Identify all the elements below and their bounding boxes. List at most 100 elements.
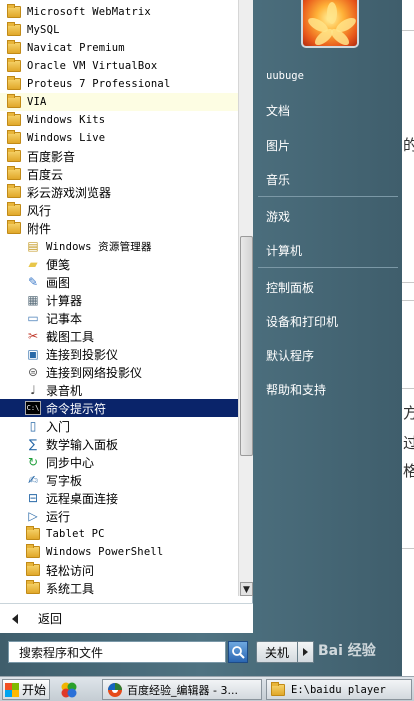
all-programs-panel: Microsoft WebMatrix MySQL Navicat Premium O…: [0, 0, 253, 633]
program-label: 百度影音: [27, 149, 76, 164]
program-list-item[interactable]: Navicat Premium: [0, 39, 238, 57]
program-label: Windows Kits: [27, 114, 106, 126]
program-list-item[interactable]: 彩云游戏浏览器: [0, 183, 238, 201]
program-list-item[interactable]: Windows Kits: [0, 111, 238, 129]
program-list-item[interactable]: 系统工具: [0, 579, 238, 596]
search-icon[interactable]: [228, 641, 248, 663]
program-list-item[interactable]: Tablet PC: [0, 525, 238, 543]
program-list-item[interactable]: ↻ 同步中心: [0, 453, 238, 471]
program-list-item[interactable]: 百度云: [0, 165, 238, 183]
program-label: 附件: [27, 221, 52, 236]
program-list-item[interactable]: ✂ 截图工具: [0, 327, 238, 345]
help-support-item[interactable]: 帮助和支持: [266, 381, 326, 398]
folder-icon: [25, 580, 41, 595]
program-list-item[interactable]: 附件: [0, 219, 238, 237]
program-label: 百度云: [27, 167, 64, 182]
divider: [258, 196, 398, 197]
background-text: 的: [403, 136, 414, 154]
quick-launch-app-icon[interactable]: [60, 681, 78, 699]
explorer-icon: ▤: [27, 239, 39, 253]
background-window: 的 方 过 格: [402, 0, 414, 676]
start-button[interactable]: 开始: [2, 679, 50, 700]
program-list-item[interactable]: ▦ 计算器: [0, 291, 238, 309]
program-label: 画图: [46, 275, 71, 290]
back-label: 返回: [38, 612, 63, 626]
program-list-item[interactable]: MySQL: [0, 21, 238, 39]
program-list-item[interactable]: ▯ 入门: [0, 417, 238, 435]
divider: [258, 267, 398, 268]
folder-icon: [6, 76, 22, 91]
taskbar-button-editor[interactable]: 百度经验_编辑器 - 3...: [102, 679, 262, 700]
taskbar-button-label: 百度经验_编辑器 - 3...: [127, 683, 238, 697]
program-list-item[interactable]: Windows Live: [0, 129, 238, 147]
program-label: VIA: [27, 96, 47, 108]
program-list-item[interactable]: Oracle VM VirtualBox: [0, 57, 238, 75]
start-menu: Microsoft WebMatrix MySQL Navicat Premium O…: [0, 0, 402, 676]
program-list-item[interactable]: 风行: [0, 201, 238, 219]
program-list-item[interactable]: ▷ 运行: [0, 507, 238, 525]
program-list-item[interactable]: ⊜ 连接到网络投影仪: [0, 363, 238, 381]
folder-icon: [6, 112, 22, 127]
program-list-item[interactable]: ✍ 写字板: [0, 471, 238, 489]
folder-icon: [6, 58, 22, 73]
user-picture-flower-icon[interactable]: [301, 0, 359, 48]
program-list-item[interactable]: ∑ 数学输入面板: [0, 435, 238, 453]
devices-printers-item[interactable]: 设备和打印机: [266, 313, 338, 330]
baidu-watermark: Bai 经验: [318, 640, 376, 660]
back-button[interactable]: 返回: [0, 603, 253, 633]
program-list-scrollbar[interactable]: ▼: [238, 0, 253, 596]
taskbar-button-label: E:\baidu player: [291, 683, 386, 696]
control-panel-item[interactable]: 控制面板: [266, 279, 314, 296]
scrollbar-thumb[interactable]: [240, 236, 253, 456]
program-list-item[interactable]: C:\ 命令提示符: [0, 399, 238, 417]
taskbar-button-explorer[interactable]: E:\baidu player: [266, 679, 412, 700]
program-label: Proteus 7 Professional: [27, 78, 171, 90]
computer-item[interactable]: 计算机: [266, 242, 302, 259]
program-list-item[interactable]: Proteus 7 Professional: [0, 75, 238, 93]
program-list-item[interactable]: ⊟ 远程桌面连接: [0, 489, 238, 507]
program-list-item[interactable]: ▰ 便笺: [0, 255, 238, 273]
program-label: 计算器: [46, 293, 83, 308]
program-list-item[interactable]: 轻松访问: [0, 561, 238, 579]
music-item[interactable]: 音乐: [266, 171, 290, 188]
windows-logo-icon: [5, 682, 19, 697]
background-text: 过: [403, 434, 414, 452]
search-input[interactable]: 搜索程序和文件: [8, 641, 226, 663]
program-label: 彩云游戏浏览器: [27, 185, 112, 200]
program-list-item[interactable]: ▤ Windows 资源管理器: [0, 237, 238, 255]
program-list-item[interactable]: VIA: [0, 93, 238, 111]
username-item[interactable]: uubuge: [266, 70, 304, 82]
shutdown-options-button[interactable]: [298, 641, 314, 663]
folder-icon: [6, 40, 22, 55]
program-label: Navicat Premium: [27, 42, 125, 54]
notepad-icon: ▭: [27, 311, 39, 325]
folder-icon: [6, 166, 22, 181]
program-label: Microsoft WebMatrix: [27, 6, 151, 18]
default-programs-item[interactable]: 默认程序: [266, 347, 314, 364]
program-label: 数学输入面板: [46, 437, 119, 452]
program-list-item[interactable]: Microsoft WebMatrix: [0, 3, 238, 21]
program-label: MySQL: [27, 24, 60, 36]
pictures-item[interactable]: 图片: [266, 137, 290, 154]
shutdown-button[interactable]: 关机: [256, 641, 298, 663]
program-label: Windows PowerShell: [46, 546, 164, 558]
program-list-item[interactable]: ♩ 录音机: [0, 381, 238, 399]
projector-icon: ▣: [27, 347, 39, 361]
games-item[interactable]: 游戏: [266, 208, 290, 225]
remote-desktop-icon: ⊟: [27, 491, 39, 505]
documents-item[interactable]: 文档: [266, 102, 290, 119]
program-list-item[interactable]: ▣ 连接到投影仪: [0, 345, 238, 363]
program-list-item[interactable]: 百度影音: [0, 147, 238, 165]
program-list-item[interactable]: ▭ 记事本: [0, 309, 238, 327]
math-input-icon: ∑: [28, 437, 38, 451]
paint-icon: ✎: [27, 275, 39, 289]
program-label: Tablet PC: [46, 528, 105, 540]
program-label: 连接到投影仪: [46, 347, 119, 362]
program-list-item[interactable]: ✎ 画图: [0, 273, 238, 291]
program-label: 记事本: [46, 311, 83, 326]
program-list-item[interactable]: Windows PowerShell: [0, 543, 238, 561]
wordpad-icon: ✍: [27, 473, 39, 487]
browser-icon: [108, 682, 122, 697]
scroll-down-arrow-icon[interactable]: ▼: [240, 582, 253, 596]
program-label: 连接到网络投影仪: [46, 365, 143, 380]
